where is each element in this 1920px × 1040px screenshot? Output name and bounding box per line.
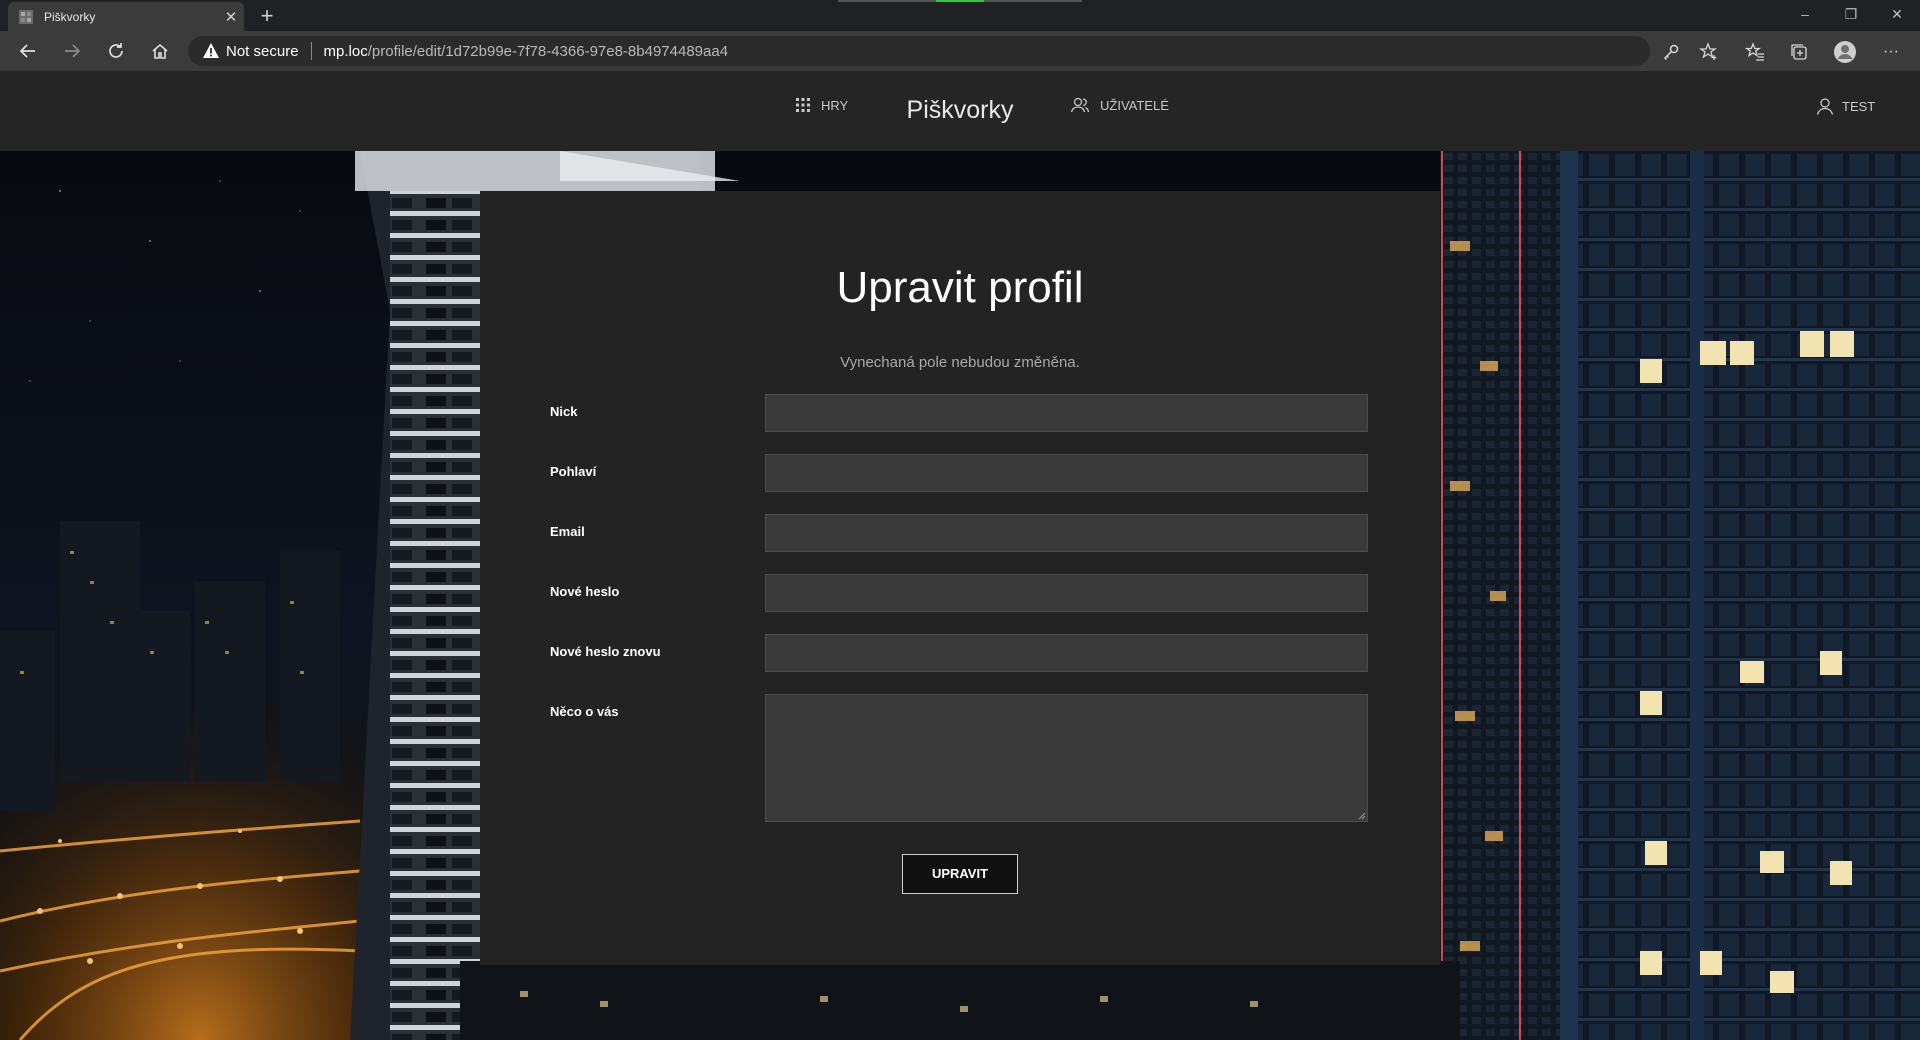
profile-button[interactable] bbox=[1832, 39, 1858, 65]
reload-button[interactable] bbox=[100, 35, 132, 67]
security-status[interactable]: Not secure bbox=[226, 43, 299, 60]
gender-input[interactable] bbox=[765, 454, 1368, 492]
warning-icon bbox=[203, 43, 219, 58]
arrow-left-icon bbox=[19, 44, 35, 58]
submit-button[interactable]: UPRAVIT bbox=[902, 854, 1018, 894]
collections-icon bbox=[1791, 44, 1807, 60]
about-textarea[interactable] bbox=[765, 694, 1368, 822]
site-brand[interactable]: Piškvorky bbox=[0, 96, 1920, 125]
confirm-password-label: Nové heslo znovu bbox=[550, 644, 661, 659]
confirm-password-input[interactable] bbox=[765, 634, 1368, 672]
avatar-icon bbox=[1834, 41, 1856, 63]
browser-toolbar: Not secure mp.loc/profile/edit/1d72b99e-… bbox=[0, 31, 1920, 72]
about-label: Něco o vás bbox=[550, 704, 619, 719]
nav-users-link[interactable]: UŽIVATELÉ bbox=[1070, 97, 1169, 113]
page-title: Upravit profil bbox=[836, 263, 1084, 312]
window-minimize-button[interactable]: – bbox=[1782, 0, 1828, 31]
tab-title: Piškvorky bbox=[44, 9, 96, 24]
key-icon bbox=[1663, 44, 1679, 61]
form-hint: Vynechaná pole nebudou změněna. bbox=[840, 354, 1080, 371]
url-host: mp.loc bbox=[323, 42, 368, 60]
collections-button[interactable] bbox=[1786, 39, 1812, 65]
home-button[interactable] bbox=[144, 35, 176, 67]
email-label: Email bbox=[550, 524, 585, 539]
grid-icon bbox=[796, 98, 810, 112]
user-icon bbox=[1816, 98, 1834, 115]
site-favicon-icon bbox=[19, 9, 33, 24]
address-bar[interactable]: Not secure mp.loc/profile/edit/1d72b99e-… bbox=[188, 36, 1650, 66]
forward-button[interactable] bbox=[56, 35, 88, 67]
reload-icon bbox=[109, 43, 123, 58]
new-password-label: Nové heslo bbox=[550, 584, 620, 599]
settings-menu-button[interactable]: ··· bbox=[1878, 39, 1904, 65]
nav-user-account[interactable]: TEST bbox=[1816, 97, 1875, 115]
nav-games-link[interactable]: HRY bbox=[795, 97, 848, 113]
new-password-input[interactable] bbox=[765, 574, 1368, 612]
nick-input[interactable] bbox=[765, 394, 1368, 432]
site-navbar: Piškvorky HRY UŽIVATELÉ TEST bbox=[0, 71, 1920, 151]
window-drag-indicator bbox=[936, 0, 984, 2]
arrow-right-icon bbox=[65, 44, 81, 58]
add-favorite-button[interactable] bbox=[1696, 39, 1722, 65]
users-icon bbox=[1070, 97, 1090, 113]
favorites-button[interactable] bbox=[1742, 39, 1768, 65]
nick-label: Nick bbox=[550, 404, 578, 419]
nav-users-label: UŽIVATELÉ bbox=[1100, 97, 1169, 113]
window-restore-button[interactable]: ❐ bbox=[1828, 0, 1874, 31]
url-path: /profile/edit/1d72b99e-7f78-4366-97e8-8b… bbox=[367, 42, 729, 60]
new-tab-button[interactable]: + bbox=[254, 3, 280, 29]
star-plus-icon bbox=[1699, 42, 1717, 60]
window-close-button[interactable]: ✕ bbox=[1874, 0, 1920, 31]
browser-tab-strip: Piškvorky ✕ + – ❐ ✕ bbox=[0, 0, 1920, 31]
url-divider bbox=[310, 42, 312, 60]
email-input[interactable] bbox=[765, 514, 1368, 552]
edit-profile-card: Upravit profil Vynechaná pole nebudou zm… bbox=[480, 191, 1440, 965]
tab-close-icon[interactable]: ✕ bbox=[218, 8, 244, 26]
favorites-list-icon bbox=[1745, 42, 1764, 61]
nav-games-label: HRY bbox=[821, 97, 849, 113]
key-button[interactable] bbox=[1658, 39, 1684, 65]
nav-user-label: TEST bbox=[1842, 98, 1876, 114]
home-icon bbox=[152, 43, 168, 59]
back-button[interactable] bbox=[12, 35, 44, 67]
browser-tab[interactable]: Piškvorky ✕ bbox=[8, 2, 244, 31]
resize-grip-icon[interactable] bbox=[1356, 810, 1366, 820]
gender-label: Pohlaví bbox=[550, 464, 597, 479]
